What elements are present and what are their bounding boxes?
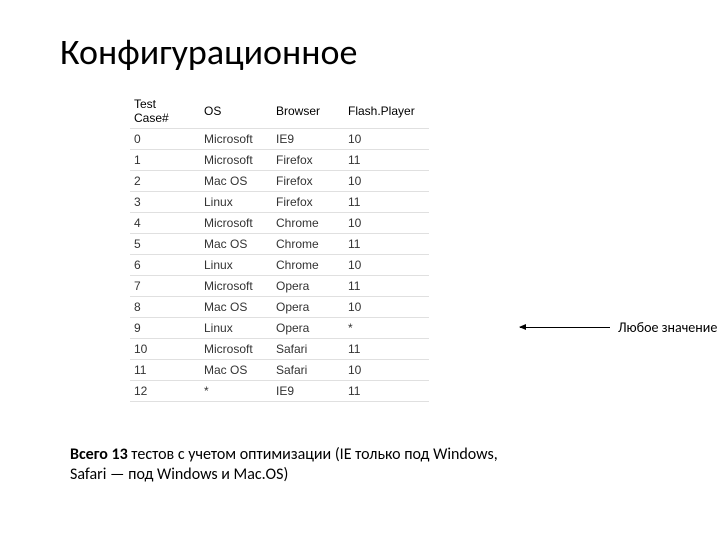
table-body: 0MicrosoftIE9101MicrosoftFirefox112Mac O… (130, 129, 429, 402)
table-row: 9LinuxOpera* (130, 318, 429, 339)
table-row: 7MicrosoftOpera11 (130, 276, 429, 297)
table-cell: * (344, 318, 429, 339)
table-cell: Linux (200, 255, 272, 276)
table-cell: 10 (344, 255, 429, 276)
table-cell: Safari (272, 339, 344, 360)
table-cell: Firefox (272, 150, 344, 171)
table-row: 12*IE911 (130, 381, 429, 402)
table-cell: 10 (130, 339, 200, 360)
table-cell: Chrome (272, 255, 344, 276)
table-cell: 10 (344, 129, 429, 150)
table-row: 2Mac OSFirefox10 (130, 171, 429, 192)
table-row: 4MicrosoftChrome10 (130, 213, 429, 234)
table-row: 1MicrosoftFirefox11 (130, 150, 429, 171)
table-cell: 10 (344, 360, 429, 381)
table-cell: Chrome (272, 213, 344, 234)
table-cell: Mac OS (200, 360, 272, 381)
table-cell: 11 (344, 276, 429, 297)
table-cell: 7 (130, 276, 200, 297)
table-row: 0MicrosoftIE910 (130, 129, 429, 150)
table-cell: Opera (272, 318, 344, 339)
annotation-label: Любое значение (618, 319, 717, 336)
table-cell: 4 (130, 213, 200, 234)
table-row: 8Mac OSOpera10 (130, 297, 429, 318)
table-cell: 11 (344, 192, 429, 213)
table-cell: Mac OS (200, 297, 272, 318)
table-cell: Opera (272, 297, 344, 318)
table-cell: 11 (130, 360, 200, 381)
table-cell: 10 (344, 213, 429, 234)
table-cell: Mac OS (200, 234, 272, 255)
summary-bold: Всего 13 (70, 445, 128, 464)
table-cell: 12 (130, 381, 200, 402)
table-cell: Linux (200, 318, 272, 339)
table-cell: Microsoft (200, 150, 272, 171)
table-cell: 11 (344, 150, 429, 171)
arrow-left-icon (520, 327, 610, 328)
col-header: Browser (272, 94, 344, 129)
col-header: OS (200, 94, 272, 129)
table-cell: Microsoft (200, 276, 272, 297)
table-cell: 5 (130, 234, 200, 255)
config-table: Test Case# OS Browser Flash.Player 0Micr… (130, 94, 429, 402)
table-cell: 1 (130, 150, 200, 171)
config-table-wrap: Test Case# OS Browser Flash.Player 0Micr… (130, 94, 660, 402)
table-cell: IE9 (272, 381, 344, 402)
table-cell: Microsoft (200, 339, 272, 360)
summary-rest: тестов с учетом оптимизации (IE только п… (70, 445, 498, 484)
table-cell: Opera (272, 276, 344, 297)
summary-text: Всего 13 тестов с учетом оптимизации (IE… (70, 445, 530, 485)
table-row: 6LinuxChrome10 (130, 255, 429, 276)
table-cell: 3 (130, 192, 200, 213)
table-cell: Firefox (272, 171, 344, 192)
table-row: 5Mac OSChrome11 (130, 234, 429, 255)
table-cell: Microsoft (200, 213, 272, 234)
table-row: 10MicrosoftSafari11 (130, 339, 429, 360)
col-header: Test Case# (130, 94, 200, 129)
table-cell: 11 (344, 339, 429, 360)
table-cell: Microsoft (200, 129, 272, 150)
table-cell: 11 (344, 234, 429, 255)
table-header-row: Test Case# OS Browser Flash.Player (130, 94, 429, 129)
table-cell: 0 (130, 129, 200, 150)
table-cell: * (200, 381, 272, 402)
annotation: Любое значение (520, 319, 717, 336)
col-header: Flash.Player (344, 94, 429, 129)
table-cell: Safari (272, 360, 344, 381)
table-cell: 9 (130, 318, 200, 339)
table-cell: Linux (200, 192, 272, 213)
table-cell: IE9 (272, 129, 344, 150)
table-cell: Chrome (272, 234, 344, 255)
table-cell: 10 (344, 297, 429, 318)
table-cell: 6 (130, 255, 200, 276)
table-row: 3LinuxFirefox11 (130, 192, 429, 213)
page-title: Конфигурационное (60, 30, 660, 74)
table-cell: 11 (344, 381, 429, 402)
table-cell: 2 (130, 171, 200, 192)
table-row: 11Mac OSSafari10 (130, 360, 429, 381)
table-cell: 10 (344, 171, 429, 192)
table-cell: 8 (130, 297, 200, 318)
table-cell: Mac OS (200, 171, 272, 192)
table-cell: Firefox (272, 192, 344, 213)
